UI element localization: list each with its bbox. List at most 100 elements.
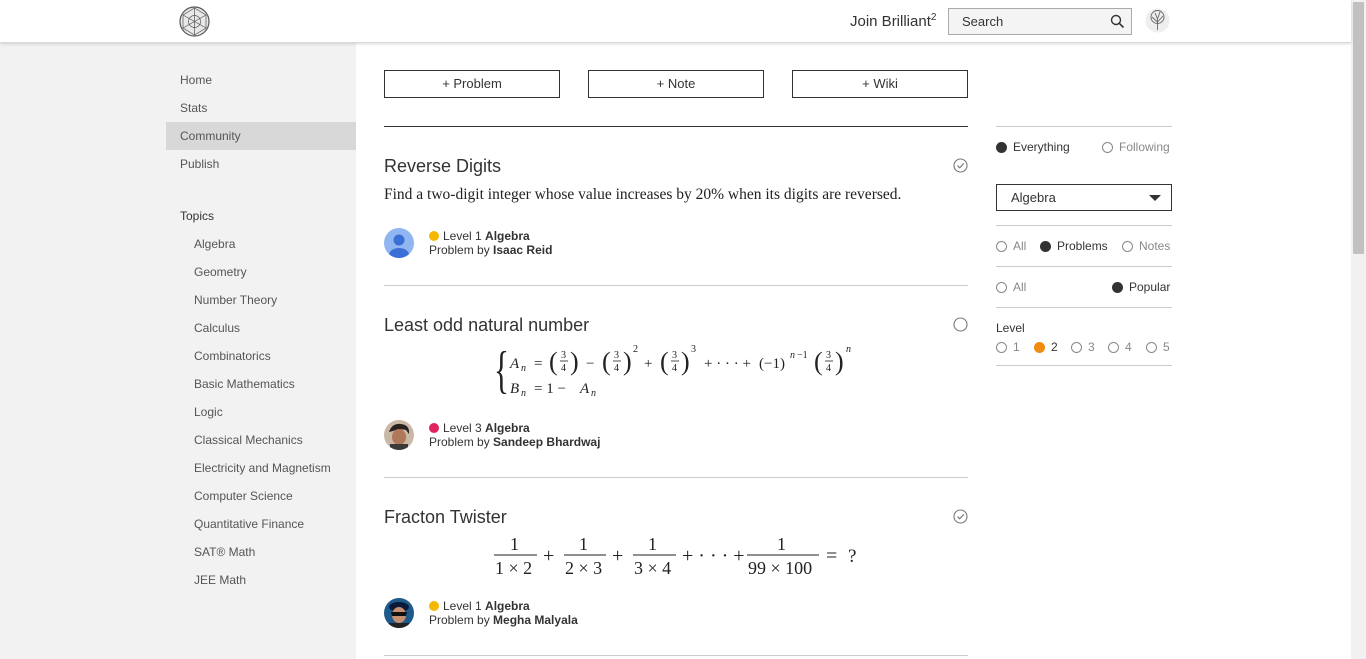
radio-label: 3 xyxy=(1088,340,1095,354)
join-brilliant-link[interactable]: Join Brilliant2 xyxy=(850,12,936,30)
type-notes-radio[interactable]: Notes xyxy=(1122,239,1170,253)
type-all-radio[interactable]: All xyxy=(996,239,1026,253)
nav-home[interactable]: Home xyxy=(166,66,356,94)
problem-title[interactable]: Reverse Digits xyxy=(384,156,501,177)
topic-logic[interactable]: Logic xyxy=(194,405,223,419)
nav-stats[interactable]: Stats xyxy=(166,94,356,122)
level-dot xyxy=(429,423,439,433)
radio-label: Notes xyxy=(1139,239,1171,253)
filter-everything-radio[interactable]: Everything xyxy=(996,140,1070,154)
add-wiki-button[interactable]: + Wiki xyxy=(792,70,968,98)
radio-selected-icon xyxy=(1040,240,1051,252)
check-circle-icon xyxy=(953,509,968,524)
problem-title[interactable]: Fracton Twister xyxy=(384,507,507,528)
topic-link[interactable]: Algebra xyxy=(485,421,530,435)
svg-text:?: ? xyxy=(848,546,856,567)
nav-community[interactable]: Community xyxy=(166,122,356,150)
topic-select[interactable]: Algebra xyxy=(996,184,1172,211)
topic-quantitative-finance[interactable]: Quantitative Finance xyxy=(194,517,304,531)
radio-label: 2 xyxy=(1051,340,1058,354)
svg-text:−: − xyxy=(586,356,594,372)
radio-unselected-icon xyxy=(1146,341,1157,353)
svg-text:1: 1 xyxy=(579,534,588,554)
author-avatar[interactable] xyxy=(384,228,414,258)
author-link[interactable]: Sandeep Bhardwaj xyxy=(493,435,600,449)
radio-label: 5 xyxy=(1163,340,1170,354)
author-link[interactable]: Isaac Reid xyxy=(493,243,552,257)
topic-algebra[interactable]: Algebra xyxy=(194,237,235,251)
svg-text:2 × 3: 2 × 3 xyxy=(565,558,602,578)
svg-text:3: 3 xyxy=(614,350,619,361)
radio-unselected-icon xyxy=(1122,240,1133,252)
radio-label: 1 xyxy=(1013,340,1020,354)
author-avatar[interactable] xyxy=(384,598,414,628)
svg-text:(: ( xyxy=(814,347,823,376)
add-note-button[interactable]: + Note xyxy=(588,70,764,98)
search-box[interactable] xyxy=(948,8,1132,35)
radio-label: Problems xyxy=(1057,239,1108,253)
caret-down-icon xyxy=(1149,195,1161,201)
level-3-radio[interactable]: 3 xyxy=(1071,340,1095,354)
radio-selected-icon xyxy=(1034,341,1045,353)
level-5-radio[interactable]: 5 xyxy=(1146,340,1170,354)
topic-combinatorics[interactable]: Combinatorics xyxy=(194,349,271,363)
svg-text:+ · · · +: + · · · + xyxy=(682,545,745,567)
svg-text:99 × 100: 99 × 100 xyxy=(748,558,812,578)
sort-all-radio[interactable]: All xyxy=(996,280,1026,294)
feed-divider xyxy=(384,655,968,656)
level-dot xyxy=(429,601,439,611)
author-link[interactable]: Megha Malyala xyxy=(493,613,578,627)
topic-sat-math[interactable]: SAT® Math xyxy=(194,545,255,559)
topic-electricity-magnetism[interactable]: Electricity and Magnetism xyxy=(194,461,331,475)
topic-link[interactable]: Algebra xyxy=(485,229,530,243)
sort-popular-radio[interactable]: Popular xyxy=(1112,280,1170,294)
topic-calculus[interactable]: Calculus xyxy=(194,321,240,335)
svg-text:+: + xyxy=(543,545,554,567)
svg-text:2: 2 xyxy=(633,344,638,355)
type-problems-radio[interactable]: Problems xyxy=(1040,239,1108,253)
svg-text:1: 1 xyxy=(648,534,657,554)
level-4-radio[interactable]: 4 xyxy=(1108,340,1132,354)
topic-classical-mechanics[interactable]: Classical Mechanics xyxy=(194,433,303,447)
svg-text:4: 4 xyxy=(826,363,831,374)
svg-text:3: 3 xyxy=(672,350,677,361)
radio-unselected-icon xyxy=(996,281,1007,293)
topic-geometry[interactable]: Geometry xyxy=(194,265,247,279)
scrollbar-thumb[interactable] xyxy=(1353,2,1364,254)
svg-text:A: A xyxy=(509,356,520,372)
level-1-radio[interactable]: 1 xyxy=(996,340,1020,354)
topic-basic-mathematics[interactable]: Basic Mathematics xyxy=(194,377,295,391)
svg-text:= 1 −: = 1 − xyxy=(534,381,566,397)
nav-publish[interactable]: Publish xyxy=(166,150,356,178)
topic-number-theory[interactable]: Number Theory xyxy=(194,293,277,307)
radio-selected-icon xyxy=(1112,281,1123,293)
level-2-radio[interactable]: 2 xyxy=(1034,340,1058,354)
problem-title[interactable]: Least odd natural number xyxy=(384,315,589,336)
svg-text:4: 4 xyxy=(614,363,619,374)
svg-text:3: 3 xyxy=(561,350,566,361)
brilliant-logo-icon[interactable] xyxy=(179,6,210,37)
filter-divider xyxy=(996,307,1172,308)
topic-computer-science[interactable]: Computer Science xyxy=(194,489,293,503)
author-avatar[interactable] xyxy=(384,420,414,450)
empty-circle-icon xyxy=(953,317,968,332)
feed-top-divider xyxy=(384,126,968,127)
svg-text:n: n xyxy=(521,388,526,399)
search-input[interactable] xyxy=(949,9,1099,34)
topic-link[interactable]: Algebra xyxy=(485,599,530,613)
user-avatar-icon[interactable] xyxy=(1145,8,1170,33)
level-label: Level 1 xyxy=(443,599,482,613)
radio-unselected-icon xyxy=(1071,341,1082,353)
search-icon[interactable] xyxy=(1110,14,1125,29)
svg-text:(: ( xyxy=(549,347,558,376)
topic-jee-math[interactable]: JEE Math xyxy=(194,573,246,587)
svg-text:1 × 2: 1 × 2 xyxy=(495,558,532,578)
svg-text:): ) xyxy=(570,347,579,376)
svg-text:(: ( xyxy=(660,347,669,376)
filter-divider xyxy=(996,225,1172,226)
svg-text:n: n xyxy=(846,344,851,355)
add-problem-button[interactable]: + Problem xyxy=(384,70,560,98)
svg-text:+: + xyxy=(612,545,623,567)
svg-text:−1: −1 xyxy=(797,350,808,361)
filter-following-radio[interactable]: Following xyxy=(1102,140,1170,154)
